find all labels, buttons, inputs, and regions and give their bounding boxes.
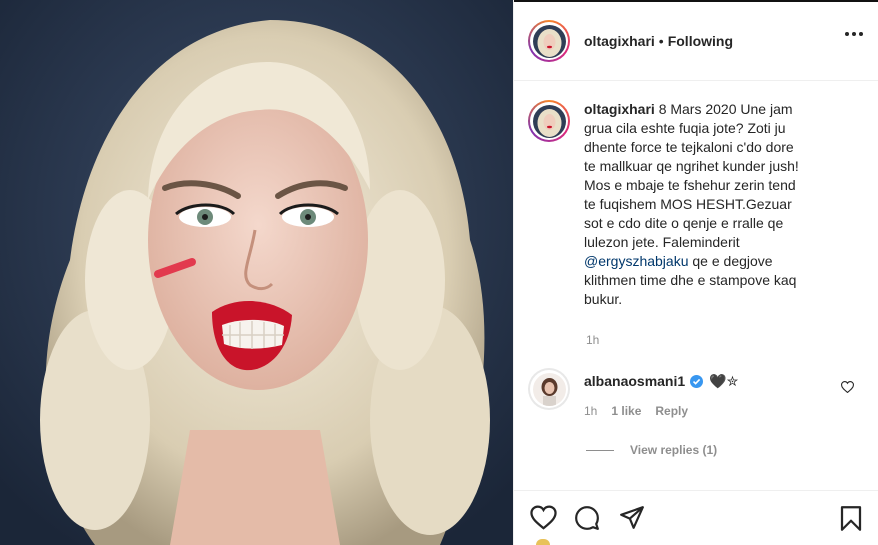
- caption-body: Une jam grua cila eshte fuqia jote? Zoti…: [584, 101, 799, 250]
- author-avatar[interactable]: [528, 20, 570, 62]
- paper-plane-icon[interactable]: [619, 505, 645, 535]
- post-header: oltagixhari • Following: [514, 2, 878, 81]
- caption-date: 8 Mars 2020: [658, 101, 737, 117]
- comment-timestamp: 1h: [584, 404, 598, 418]
- bookmark-icon[interactable]: [839, 505, 863, 537]
- reply-button[interactable]: Reply: [655, 404, 688, 418]
- comment-body: albanaosmani1 🖤✮ 1h 1 like Reply: [584, 368, 739, 419]
- view-replies-label: View replies (1): [630, 443, 718, 457]
- separator-dot: •: [658, 33, 664, 49]
- author-username[interactable]: oltagixhari: [584, 33, 655, 49]
- commenter-avatar[interactable]: [528, 368, 570, 410]
- comment-like-heart-icon[interactable]: [840, 380, 855, 398]
- caption-author-avatar[interactable]: [528, 100, 570, 142]
- view-replies-button[interactable]: View replies (1): [586, 443, 717, 457]
- portrait-image: [0, 0, 513, 545]
- more-options-icon[interactable]: [845, 32, 863, 36]
- comment-item: albanaosmani1 🖤✮ 1h 1 like Reply: [528, 368, 868, 418]
- avatar-photo-icon: [532, 104, 566, 138]
- following-button[interactable]: Following: [668, 33, 733, 49]
- caption-username[interactable]: oltagixhari: [584, 101, 655, 117]
- comment-meta: 1h 1 like Reply: [584, 404, 738, 418]
- heart-icon[interactable]: [530, 505, 557, 535]
- caption-text: oltagixhari 8 Mars 2020 Une jam grua cil…: [584, 100, 809, 309]
- replies-divider-line: [586, 449, 614, 451]
- caption-mention-link[interactable]: @ergyszhabjaku: [584, 253, 689, 269]
- comment-likes[interactable]: 1 like: [611, 404, 641, 418]
- post-caption: oltagixhari 8 Mars 2020 Une jam grua cil…: [528, 100, 868, 309]
- comment-text: 🖤✮: [709, 372, 739, 389]
- post-details-panel: oltagixhari • Following oltagixhari 8 Ma…: [513, 0, 878, 545]
- comment-icon[interactable]: [574, 505, 600, 536]
- verified-badge-icon: [690, 374, 704, 388]
- avatar-photo-icon: [532, 372, 566, 406]
- action-bar: [514, 490, 878, 545]
- caption-timestamp: 1h: [586, 333, 600, 347]
- post-photo[interactable]: [0, 0, 513, 545]
- avatar-photo-icon: [532, 24, 566, 58]
- commenter-username[interactable]: albanaosmani1: [584, 373, 685, 389]
- scrolled-avatar-peek: [536, 539, 550, 545]
